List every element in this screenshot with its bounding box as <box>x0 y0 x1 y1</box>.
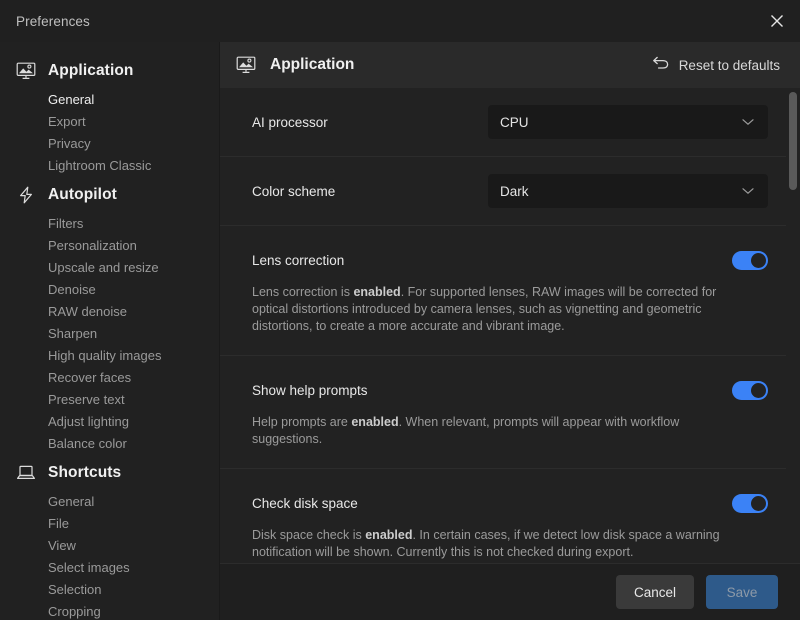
chevron-down-icon <box>742 187 756 195</box>
page-title: Application <box>270 56 355 73</box>
setting-row-main: AI processor CPU <box>252 88 768 156</box>
sidebar-group-shortcuts: Shortcuts General File View Select image… <box>0 456 219 620</box>
sidebar-item-denoise[interactable]: Denoise <box>48 278 219 300</box>
sidebar-item-upscale-and-resize[interactable]: Upscale and resize <box>48 256 219 278</box>
desc-before: Lens correction is <box>252 285 354 299</box>
ai-processor-select[interactable]: CPU <box>488 105 768 139</box>
undo-arrow-icon <box>652 55 670 76</box>
setting-label-lens-correction: Lens correction <box>252 252 345 268</box>
monitor-image-icon <box>234 54 258 76</box>
sidebar-item-sharpen[interactable]: Sharpen <box>48 322 219 344</box>
setting-label-show-help-prompts: Show help prompts <box>252 382 368 398</box>
sidebar-items-autopilot: Filters Personalization Upscale and resi… <box>0 212 219 454</box>
setting-row-color-scheme: Color scheme Dark <box>220 157 800 226</box>
check-disk-space-toggle[interactable] <box>732 493 768 513</box>
sidebar-group-autopilot: Autopilot Filters Personalization Upscal… <box>0 178 219 454</box>
sidebar-item-shortcuts-selection[interactable]: Selection <box>48 578 219 600</box>
toggle-knob <box>751 495 766 511</box>
setting-label-check-disk-space: Check disk space <box>252 495 358 511</box>
sidebar-item-privacy[interactable]: Privacy <box>48 132 219 154</box>
setting-label-color-scheme: Color scheme <box>252 183 336 199</box>
desc-before: Help prompts are <box>252 415 352 429</box>
sidebar-item-shortcuts-file[interactable]: File <box>48 512 219 534</box>
content-scrollbar[interactable] <box>786 88 800 563</box>
settings-scroll-area: AI processor CPU Color scheme Dark Lens … <box>220 88 800 563</box>
sidebar-item-general[interactable]: General <box>48 88 219 110</box>
sidebar-item-lightroom-classic[interactable]: Lightroom Classic <box>48 154 219 176</box>
sidebar: Application General Export Privacy Light… <box>0 42 220 620</box>
desc-strong: enabled <box>365 528 413 542</box>
sidebar-item-adjust-lighting[interactable]: Adjust lighting <box>48 410 219 432</box>
sidebar-group-title: Autopilot <box>48 186 117 203</box>
lens-correction-toggle[interactable] <box>732 250 768 270</box>
preferences-window: Preferences Application General Export P… <box>0 0 800 620</box>
show-help-prompts-toggle[interactable] <box>732 380 768 400</box>
content-panel: Application Reset to defaults AI process… <box>220 42 800 620</box>
cancel-button[interactable]: Cancel <box>615 575 694 609</box>
sidebar-item-personalization[interactable]: Personalization <box>48 234 219 256</box>
setting-row-ai-processor: AI processor CPU <box>220 88 800 157</box>
desc-before: Disk space check is <box>252 528 366 542</box>
setting-row-lens-correction: Lens correction Lens correction is enabl… <box>220 226 800 356</box>
scrollbar-thumb[interactable] <box>789 92 797 190</box>
setting-description-check-disk-space: Disk space check is enabled. In certain … <box>252 527 752 563</box>
title-bar: Preferences <box>0 0 800 42</box>
setting-row-check-disk-space: Check disk space Disk space check is ena… <box>220 469 800 563</box>
sidebar-group-header-application[interactable]: Application <box>0 54 219 88</box>
sidebar-item-export[interactable]: Export <box>48 110 219 132</box>
window-title: Preferences <box>16 13 90 29</box>
color-scheme-select[interactable]: Dark <box>488 174 768 208</box>
setting-row-show-help-prompts: Show help prompts Help prompts are enabl… <box>220 356 800 469</box>
sidebar-item-shortcuts-select-images[interactable]: Select images <box>48 556 219 578</box>
sidebar-item-shortcuts-general[interactable]: General <box>48 490 219 512</box>
sidebar-group-header-autopilot[interactable]: Autopilot <box>0 178 219 212</box>
toggle-knob <box>751 382 766 398</box>
setting-label-ai-processor: AI processor <box>252 114 328 130</box>
lightning-bolt-icon <box>14 184 38 206</box>
desc-strong: enabled <box>351 415 399 429</box>
sidebar-item-balance-color[interactable]: Balance color <box>48 432 219 454</box>
sidebar-item-high-quality-images[interactable]: High quality images <box>48 344 219 366</box>
sidebar-item-recover-faces[interactable]: Recover faces <box>48 366 219 388</box>
sidebar-item-raw-denoise[interactable]: RAW denoise <box>48 300 219 322</box>
sidebar-items-shortcuts: General File View Select images Selectio… <box>0 490 219 620</box>
dialog-footer: Cancel Save <box>220 563 800 620</box>
color-scheme-value: Dark <box>500 183 529 199</box>
content-header: Application Reset to defaults <box>220 42 800 88</box>
reset-to-defaults-button[interactable]: Reset to defaults <box>650 51 782 80</box>
save-button[interactable]: Save <box>706 575 778 609</box>
sidebar-item-shortcuts-view[interactable]: View <box>48 534 219 556</box>
sidebar-group-header-shortcuts[interactable]: Shortcuts <box>0 456 219 490</box>
setting-description-lens-correction: Lens correction is enabled. For supporte… <box>252 284 752 355</box>
reset-to-defaults-label: Reset to defaults <box>678 57 780 73</box>
desc-strong: enabled <box>353 285 401 299</box>
sidebar-group-application: Application General Export Privacy Light… <box>0 54 219 176</box>
monitor-image-icon <box>14 60 38 82</box>
chevron-down-icon <box>742 118 756 126</box>
window-body: Application General Export Privacy Light… <box>0 42 800 620</box>
sidebar-item-filters[interactable]: Filters <box>48 212 219 234</box>
setting-description-show-help-prompts: Help prompts are enabled. When relevant,… <box>252 414 752 468</box>
laptop-icon <box>14 462 38 484</box>
ai-processor-value: CPU <box>500 114 529 130</box>
sidebar-item-preserve-text[interactable]: Preserve text <box>48 388 219 410</box>
close-icon[interactable] <box>754 0 800 42</box>
toggle-knob <box>751 252 766 268</box>
sidebar-item-shortcuts-cropping[interactable]: Cropping <box>48 600 219 620</box>
sidebar-group-title: Shortcuts <box>48 464 122 481</box>
sidebar-items-application: General Export Privacy Lightroom Classic <box>0 88 219 176</box>
setting-row-main: Color scheme Dark <box>252 157 768 225</box>
sidebar-group-title: Application <box>48 62 134 79</box>
settings-list: AI processor CPU Color scheme Dark Lens … <box>220 88 800 563</box>
